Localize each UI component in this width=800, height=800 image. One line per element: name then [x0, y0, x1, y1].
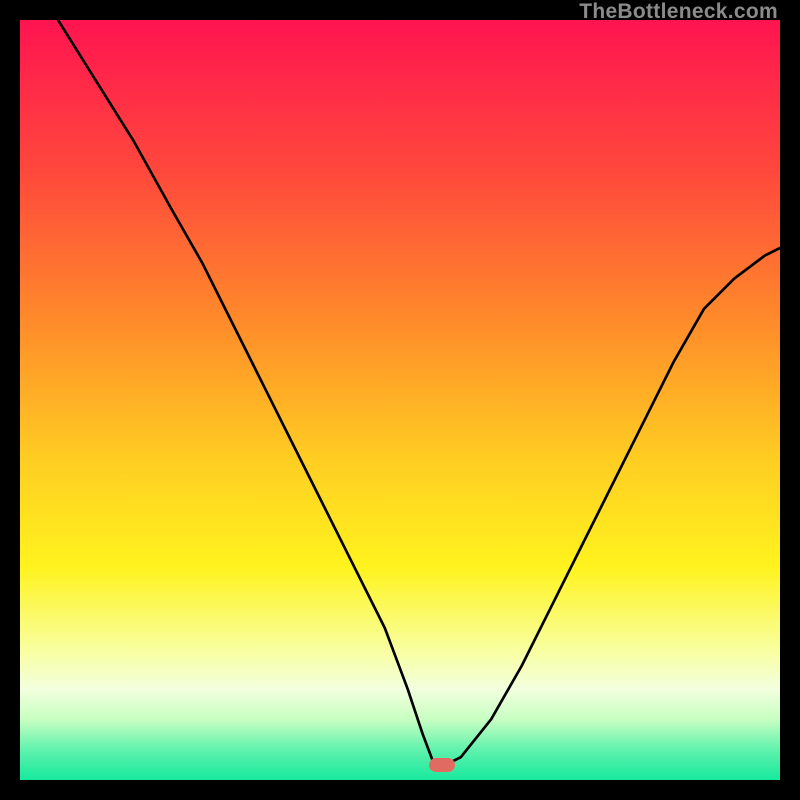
plot-area [20, 20, 780, 780]
curve-layer [20, 20, 780, 780]
chart-stage: TheBottleneck.com [0, 0, 800, 800]
optimum-marker [429, 758, 455, 772]
bottleneck-curve [58, 20, 780, 765]
